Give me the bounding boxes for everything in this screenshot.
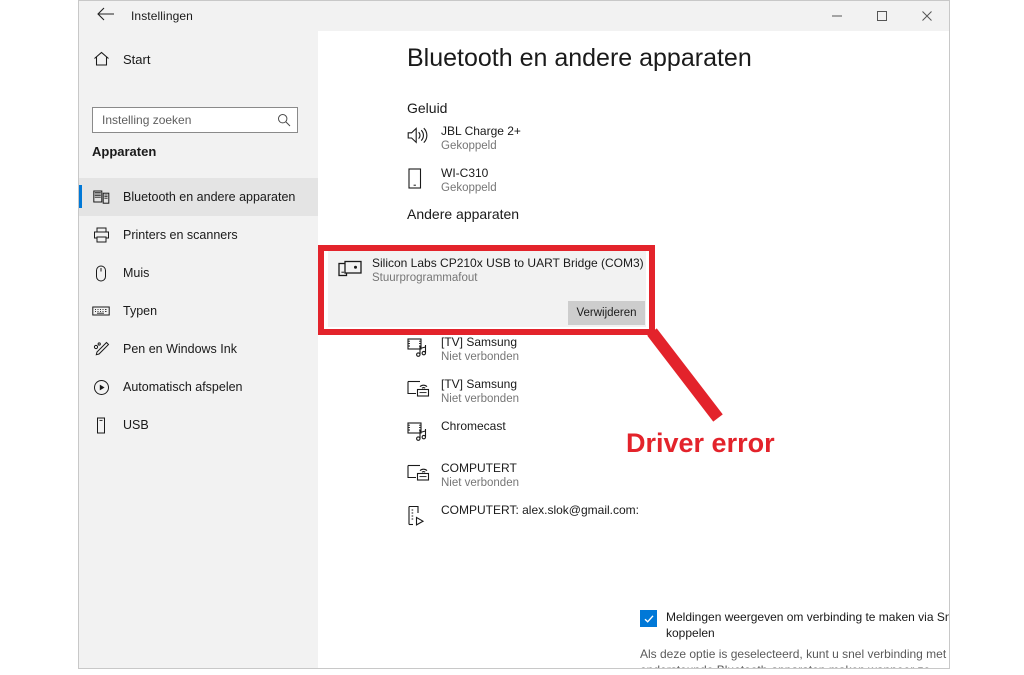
device-status: Niet verbonden (441, 477, 519, 489)
phone-icon (407, 165, 441, 190)
sidebar-item-bluetooth-label: Bluetooth en andere apparaten (123, 190, 296, 204)
search-box[interactable] (92, 107, 298, 133)
list-item[interactable]: COMPUTERT: alex.slok@gmail.com: (407, 502, 737, 544)
device-name: [TV] Samsung (441, 335, 518, 349)
device-status: Gekoppeld (441, 182, 497, 194)
window-controls (814, 1, 949, 31)
search-input[interactable] (93, 108, 272, 132)
section-heading-other-devices: Andere apparaten (407, 206, 520, 222)
list-item[interactable]: COMPUTERT Niet verbonden (407, 460, 737, 502)
sidebar-item-usb-label: USB (123, 418, 149, 432)
pen-icon (79, 341, 123, 358)
sound-device-list: JBL Charge 2+ Gekoppeld WI-C310 Gekoppel… (407, 123, 737, 207)
section-heading-sound: Geluid (407, 100, 448, 116)
list-item-text: [TV] Samsung Niet verbonden (441, 334, 519, 365)
home-icon (79, 51, 123, 67)
sidebar: Start Apparaten (79, 31, 318, 668)
cast-icon (407, 502, 441, 527)
sidebar-item-typing-label: Typen (123, 304, 158, 318)
device-name: [TV] Samsung (441, 377, 518, 391)
sidebar-item-autoplay-label: Automatisch afspelen (123, 380, 243, 394)
maximize-button[interactable] (859, 1, 904, 31)
media-device-icon (407, 334, 441, 359)
list-item-text: JBL Charge 2+ Gekoppeld (441, 123, 521, 154)
list-item-text: COMPUTERT Niet verbonden (441, 460, 519, 491)
list-item-text: WI-C310 Gekoppeld (441, 165, 497, 196)
sidebar-item-bluetooth[interactable]: Bluetooth en andere apparaten (79, 178, 318, 216)
sidebar-item-typing[interactable]: Typen (79, 292, 318, 330)
sidebar-item-home-label: Start (123, 51, 151, 67)
sidebar-item-pen-label: Pen en Windows Ink (123, 342, 237, 356)
device-name: COMPUTERT (441, 461, 517, 475)
mouse-icon (79, 265, 123, 282)
quick-pair-checkbox-row[interactable]: Meldingen weergeven om verbinding te mak… (640, 609, 950, 641)
usb-icon (79, 417, 123, 434)
device-status: Gekoppeld (441, 140, 497, 152)
media-device-icon (407, 418, 441, 443)
sidebar-item-printers-label: Printers en scanners (123, 228, 238, 242)
quick-pair-label: Meldingen weergeven om verbinding te mak… (666, 610, 950, 640)
screenshot-root: Instellingen Start Instelling zoeken App… (0, 0, 1024, 675)
list-item[interactable]: JBL Charge 2+ Gekoppeld (407, 123, 737, 165)
annotation-highlight-box (318, 245, 655, 335)
printer-icon (79, 227, 123, 243)
back-arrow-icon (96, 7, 114, 26)
device-name: COMPUTERT: alex.slok@gmail.com: (441, 503, 639, 517)
checkbox-checked[interactable] (640, 610, 657, 627)
device-name: WI-C310 (441, 166, 489, 180)
sidebar-item-usb[interactable]: USB (79, 406, 318, 444)
device-status: Niet verbonden (441, 351, 519, 363)
sidebar-item-autoplay[interactable]: Automatisch afspelen (79, 368, 318, 406)
selection-indicator (79, 185, 82, 208)
list-item[interactable]: WI-C310 Gekoppeld (407, 165, 737, 207)
bluetooth-devices-icon (79, 190, 123, 205)
display-wireless-icon (407, 460, 441, 483)
app-title: Instellingen (131, 9, 193, 23)
device-status: Niet verbonden (441, 393, 519, 405)
sidebar-item-home[interactable]: Start (79, 43, 318, 75)
display-wireless-icon (407, 376, 441, 399)
list-item-text: [TV] Samsung Niet verbonden (441, 376, 519, 407)
device-name: JBL Charge 2+ (441, 124, 521, 138)
close-button[interactable] (904, 1, 949, 31)
keyboard-icon (79, 305, 123, 317)
sidebar-nav-list: Bluetooth en andere apparaten Printers e… (79, 178, 318, 444)
sidebar-item-mouse-label: Muis (123, 266, 150, 280)
sidebar-item-mouse[interactable]: Muis (79, 254, 318, 292)
annotation-label: Driver error (626, 428, 775, 458)
sidebar-category-title: Apparaten (92, 144, 157, 159)
list-item-text: Chromecast (441, 418, 506, 434)
search-icon (272, 113, 297, 127)
back-button[interactable] (85, 1, 125, 31)
minimize-button[interactable] (814, 1, 859, 31)
list-item-text: COMPUTERT: alex.slok@gmail.com: (441, 502, 639, 518)
sidebar-item-printers[interactable]: Printers en scanners (79, 216, 318, 254)
list-item[interactable]: [TV] Samsung Niet verbonden (407, 334, 737, 376)
title-bar: Instellingen (79, 1, 949, 31)
device-name: Chromecast (441, 419, 506, 433)
list-item[interactable]: [TV] Samsung Niet verbonden (407, 376, 737, 418)
page-title: Bluetooth en andere apparaten (407, 44, 752, 72)
sidebar-item-pen[interactable]: Pen en Windows Ink (79, 330, 318, 368)
autoplay-icon (79, 379, 123, 396)
quick-pair-description: Als deze optie is geselecteerd, kunt u s… (640, 647, 947, 668)
quick-pair-setting: Meldingen weergeven om verbinding te mak… (640, 609, 950, 668)
content-pane: Bluetooth en andere apparaten Geluid JBL… (318, 31, 949, 668)
speaker-icon (407, 123, 441, 145)
